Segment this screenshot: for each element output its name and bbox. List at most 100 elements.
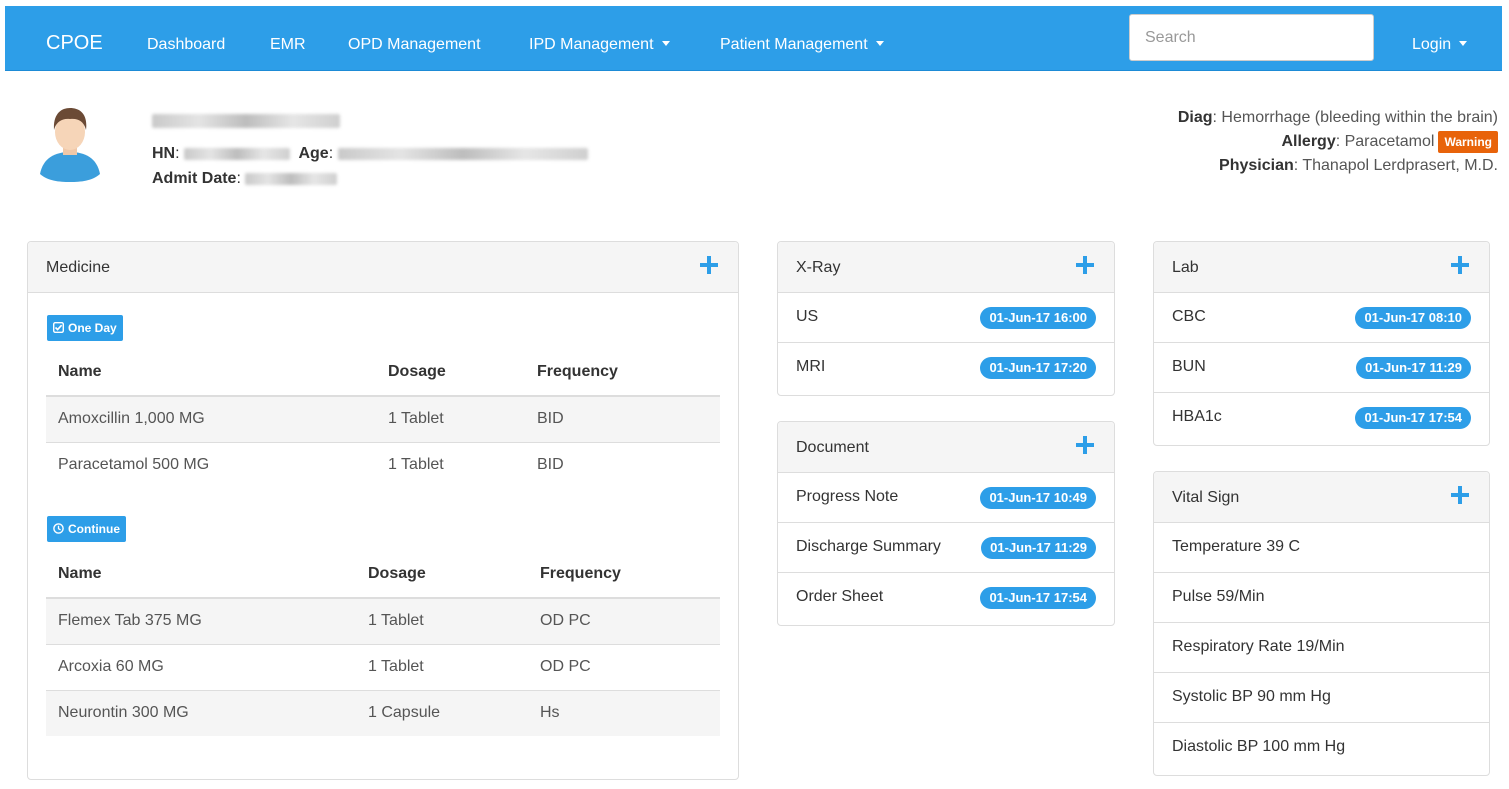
col-frequency: Frequency	[525, 349, 720, 397]
col-dosage: Dosage	[356, 551, 528, 599]
top-navbar: CPOE Dashboard EMR OPD Management IPD Ma…	[5, 6, 1502, 71]
list-item[interactable]: US 01-Jun-17 16:00	[778, 293, 1114, 343]
allergy-label: Allergy	[1281, 133, 1336, 150]
age-value-redacted	[337, 147, 588, 160]
one-day-tag[interactable]: One Day	[47, 315, 123, 341]
diag-label: Diag	[1177, 109, 1213, 126]
add-xray-plus-icon[interactable]	[1076, 256, 1094, 274]
physician-value: Thanapol Lerdprasert, M.D.	[1302, 157, 1498, 174]
hn-label: HN	[152, 145, 176, 162]
list-item[interactable]: Respiratory Rate 19/Min	[1154, 623, 1489, 673]
admit-date-label: Admit Date	[152, 170, 237, 187]
document-item-label: Discharge Summary	[796, 538, 941, 555]
date-badge: 01-Jun-17 17:54	[1355, 407, 1471, 429]
med-name: Paracetamol 500 MG	[46, 441, 376, 488]
lab-item-label: BUN	[1172, 358, 1206, 375]
admit-date-redacted	[245, 172, 338, 185]
list-item[interactable]: Systolic BP 90 mm Hg	[1154, 673, 1489, 723]
lab-title: Lab	[1172, 259, 1199, 276]
medicine-panel: Medicine One Day Name Dosage Frequency A…	[27, 241, 739, 780]
document-item-label: Progress Note	[796, 488, 899, 505]
hn-value-redacted	[184, 147, 290, 160]
diag-line: Diag: Hemorrhage (bleeding within the br…	[1177, 109, 1498, 126]
table-row[interactable]: Amoxcillin 1,000 MG 1 Tablet BID	[46, 395, 720, 442]
caret-down-icon	[875, 41, 884, 47]
med-dosage: 1 Tablet	[356, 597, 528, 644]
med-dosage: 1 Tablet	[376, 441, 525, 488]
list-item[interactable]: Temperature 39 C	[1154, 523, 1489, 573]
document-item-label: Order Sheet	[796, 588, 884, 605]
col-frequency: Frequency	[528, 551, 720, 599]
allergy-value: Paracetamol	[1344, 133, 1435, 150]
nav-ipd-label: IPD Management	[529, 36, 654, 53]
continue-tag[interactable]: Continue	[47, 516, 126, 542]
table-header-row: Name Dosage Frequency	[46, 349, 720, 397]
login-label: Login	[1412, 36, 1452, 53]
vital-item-label: Temperature 39 C	[1172, 538, 1301, 555]
nav-emr[interactable]: EMR	[270, 35, 306, 55]
date-badge: 01-Jun-17 10:49	[980, 487, 1096, 509]
med-dosage: 1 Capsule	[356, 689, 528, 736]
col-name: Name	[46, 349, 376, 397]
add-lab-plus-icon[interactable]	[1451, 256, 1469, 274]
med-frequency: OD PC	[528, 643, 720, 690]
allergy-line: Allergy: Paracetamol Warning	[1178, 130, 1498, 154]
list-item[interactable]: Discharge Summary 01-Jun-17 11:29	[778, 523, 1114, 573]
vital-item-label: Pulse 59/Min	[1172, 588, 1265, 605]
nav-patient-management[interactable]: Patient Management	[720, 35, 884, 55]
table-row[interactable]: Flemex Tab 375 MG 1 Tablet OD PC	[46, 597, 720, 644]
medicine-title: Medicine	[46, 259, 111, 276]
xray-panel: X-Ray US 01-Jun-17 16:00 MRI 01-Jun-17 1…	[777, 241, 1115, 396]
warning-badge: Warning	[1438, 131, 1498, 153]
physician-label: Physician	[1219, 157, 1294, 174]
list-item[interactable]: BUN 01-Jun-17 11:29	[1154, 343, 1489, 393]
xray-item-label: US	[796, 308, 819, 325]
add-vital-sign-plus-icon[interactable]	[1451, 486, 1469, 504]
date-badge: 01-Jun-17 17:54	[980, 587, 1096, 609]
list-item[interactable]: Pulse 59/Min	[1154, 573, 1489, 623]
document-title: Document	[796, 439, 869, 456]
continue-table: Name Dosage Frequency Flemex Tab 375 MG …	[46, 551, 720, 736]
medicine-panel-header: Medicine	[28, 242, 738, 293]
patient-hn-age: HN: Age:	[152, 145, 588, 163]
med-name: Amoxcillin 1,000 MG	[46, 395, 376, 442]
xray-title: X-Ray	[796, 259, 841, 276]
date-badge: 01-Jun-17 17:20	[980, 357, 1096, 379]
patient-name-redacted	[152, 114, 340, 128]
table-header-row: Name Dosage Frequency	[46, 551, 720, 599]
date-badge: 01-Jun-17 11:29	[981, 537, 1096, 559]
search-input[interactable]	[1129, 14, 1374, 61]
nav-opd-management[interactable]: OPD Management	[348, 35, 481, 55]
list-item[interactable]: CBC 01-Jun-17 08:10	[1154, 293, 1489, 343]
table-row[interactable]: Paracetamol 500 MG 1 Tablet BID	[46, 441, 720, 488]
document-panel-header: Document	[778, 422, 1114, 473]
med-frequency: BID	[525, 441, 720, 488]
list-item[interactable]: Diastolic BP 100 mm Hg	[1154, 723, 1489, 773]
vital-item-label: Respiratory Rate 19/Min	[1172, 638, 1345, 655]
lab-panel: Lab CBC 01-Jun-17 08:10 BUN 01-Jun-17 11…	[1153, 241, 1490, 446]
vital-sign-panel: Vital Sign Temperature 39 C Pulse 59/Min…	[1153, 471, 1490, 776]
date-badge: 01-Jun-17 16:00	[980, 307, 1096, 329]
one-day-label: One Day	[68, 321, 117, 335]
add-medicine-plus-icon[interactable]	[700, 256, 718, 274]
table-row[interactable]: Arcoxia 60 MG 1 Tablet OD PC	[46, 643, 720, 690]
med-name: Flemex Tab 375 MG	[46, 597, 356, 644]
brand-logo[interactable]: CPOE	[46, 32, 103, 54]
med-name: Arcoxia 60 MG	[46, 643, 356, 690]
nav-ipd-management[interactable]: IPD Management	[529, 35, 670, 55]
vital-item-label: Systolic BP 90 mm Hg	[1172, 688, 1331, 705]
add-document-plus-icon[interactable]	[1076, 436, 1094, 454]
document-panel: Document Progress Note 01-Jun-17 10:49 D…	[777, 421, 1115, 626]
list-item[interactable]: MRI 01-Jun-17 17:20	[778, 343, 1114, 393]
one-day-table: Name Dosage Frequency Amoxcillin 1,000 M…	[46, 349, 720, 488]
diag-value: Hemorrhage (bleeding within the brain)	[1221, 109, 1498, 126]
list-item[interactable]: Order Sheet 01-Jun-17 17:54	[778, 573, 1114, 623]
list-item[interactable]: Progress Note 01-Jun-17 10:49	[778, 473, 1114, 523]
caret-down-icon	[1459, 41, 1468, 47]
physician-line: Physician: Thanapol Lerdprasert, M.D.	[1219, 157, 1498, 174]
nav-dashboard[interactable]: Dashboard	[147, 35, 225, 55]
table-row[interactable]: Neurontin 300 MG 1 Capsule Hs	[46, 689, 720, 736]
patient-admit-date: Admit Date:	[152, 170, 338, 188]
list-item[interactable]: HBA1c 01-Jun-17 17:54	[1154, 393, 1489, 443]
login-menu[interactable]: Login	[1412, 35, 1468, 55]
